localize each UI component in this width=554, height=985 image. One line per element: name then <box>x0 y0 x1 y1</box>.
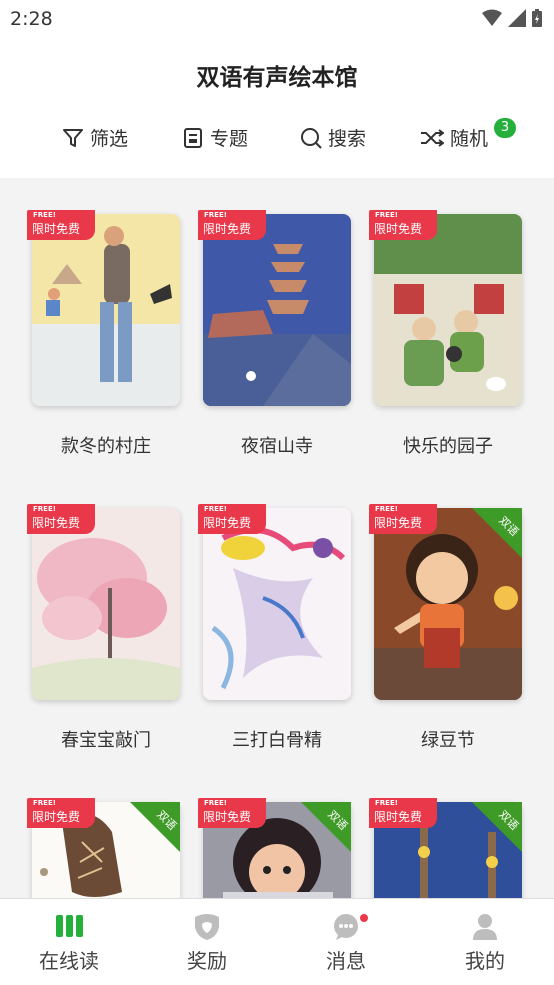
unread-dot <box>360 914 368 922</box>
shuffle-icon <box>421 128 444 147</box>
book-cover[interactable] <box>32 508 180 700</box>
tab-label: 在线读 <box>39 949 99 973</box>
book-title: 绿豆节 <box>421 730 475 751</box>
bilingual-tag: 双语 <box>130 802 180 852</box>
free-tag: FREE! 限时免费 <box>369 504 437 534</box>
free-tag: FREE! 限时免费 <box>198 504 266 534</box>
topic-label: 专题 <box>210 128 249 150</box>
tab-label: 我的 <box>465 949 505 973</box>
book-title: 夜宿山寺 <box>241 436 313 457</box>
free-tag: FREE! 限时免费 <box>27 504 95 534</box>
free-tag: FREE! 限时免费 <box>369 798 437 828</box>
book-title: 春宝宝敲门 <box>61 730 151 751</box>
bilingual-tag: 双语 <box>301 802 351 852</box>
tab-messages[interactable]: 消息 <box>277 899 415 985</box>
tab-label: 奖励 <box>187 949 227 973</box>
top-area: 2:28 双语有声绘本馆 筛选 专题 搜索 随机 3 <box>0 0 554 178</box>
book-cover[interactable] <box>374 214 522 406</box>
random-label: 随机 <box>450 128 489 150</box>
book-cover[interactable] <box>203 214 351 406</box>
books-icon <box>56 915 83 937</box>
tab-reward[interactable]: 奖励 <box>138 899 276 985</box>
search-icon <box>301 127 322 149</box>
topic-icon <box>184 127 202 148</box>
status-time: 2:28 <box>10 8 53 30</box>
book-cover[interactable] <box>32 214 180 406</box>
search-button[interactable]: 搜索 <box>300 124 366 151</box>
free-tag: FREE! 限时免费 <box>27 798 95 828</box>
book-title: 三打白骨精 <box>232 730 322 751</box>
filter-button[interactable]: 筛选 <box>62 124 128 151</box>
search-label: 搜索 <box>328 128 367 150</box>
battery-icon <box>532 9 542 27</box>
wifi-icon <box>482 9 502 26</box>
tab-label: 消息 <box>326 949 366 973</box>
free-tag: FREE! 限时免费 <box>198 798 266 828</box>
bilingual-tag: 双语 <box>472 508 522 558</box>
tab-me[interactable]: 我的 <box>416 899 554 985</box>
book-cover[interactable] <box>203 508 351 700</box>
book-grid: FREE! 限时免费 款冬的村庄 FREE! 限时免费 夜宿山寺 FREE! 限… <box>0 178 554 898</box>
topic-button[interactable]: 专题 <box>182 124 248 151</box>
person-icon <box>473 914 497 940</box>
random-button[interactable]: 随机 <box>420 124 488 151</box>
status-icons <box>482 9 542 27</box>
book-title: 款冬的村庄 <box>61 436 151 457</box>
signal-icon <box>508 9 526 27</box>
reward-shield-icon <box>195 914 219 940</box>
free-tag: FREE! 限时免费 <box>27 210 95 240</box>
random-count-badge: 3 <box>494 118 516 138</box>
filter-icon <box>63 128 83 147</box>
filter-label: 筛选 <box>90 128 129 150</box>
book-title: 快乐的园子 <box>403 436 493 457</box>
status-bar: 2:28 <box>0 0 554 38</box>
page-title: 双语有声绘本馆 <box>196 65 358 91</box>
bottom-tab-bar: 在线读 奖励 消息 我的 <box>0 898 554 985</box>
free-tag: FREE! 限时免费 <box>369 210 437 240</box>
toolbar: 筛选 专题 搜索 随机 <box>0 118 554 164</box>
bilingual-tag: 双语 <box>472 802 522 852</box>
free-tag: FREE! 限时免费 <box>198 210 266 240</box>
tab-online-read[interactable]: 在线读 <box>0 899 138 985</box>
message-icon <box>334 914 358 940</box>
